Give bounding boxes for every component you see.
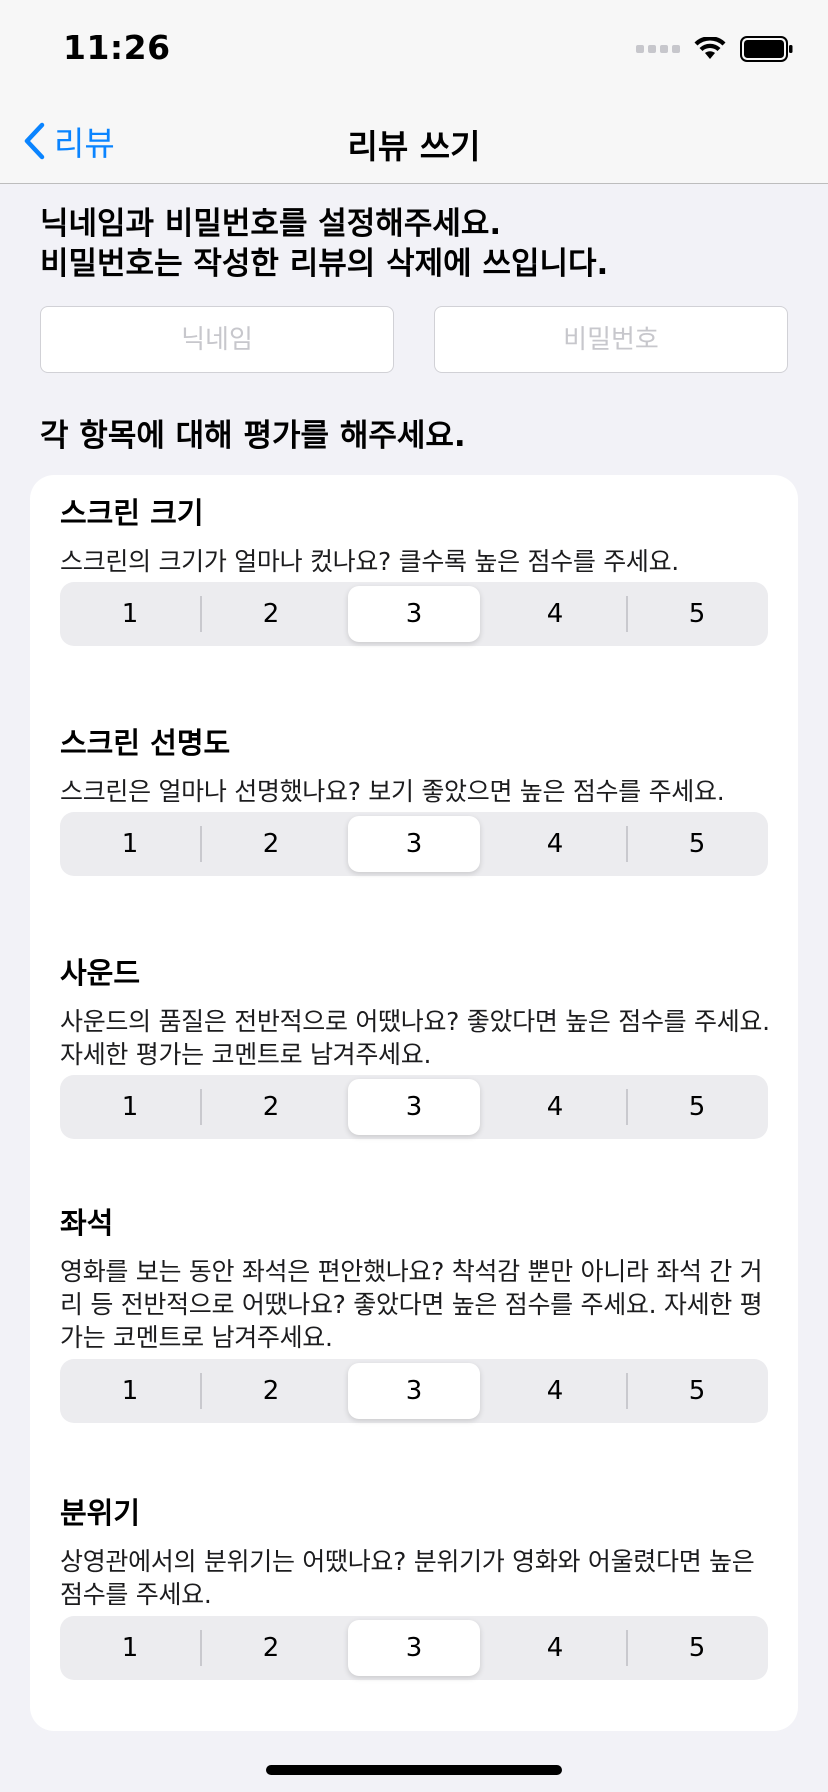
rating-option-3[interactable]: 3 (348, 1363, 480, 1419)
rating-option-1[interactable]: 1 (64, 816, 196, 872)
criterion-description: 사운드의 품질은 전반적으로 어땠나요? 좋았다면 높은 점수를 주세요. 자세… (60, 1007, 770, 1069)
rating-option-2[interactable]: 2 (205, 816, 337, 872)
segment-divider (200, 1373, 202, 1409)
rating-segmented-control: 1 2 3 4 5 (60, 1359, 768, 1423)
rating-option-4[interactable]: 4 (489, 1363, 621, 1419)
segment-divider (626, 1630, 628, 1666)
navigation-bar: 리뷰 리뷰 쓰기 (0, 100, 828, 184)
rating-option-2[interactable]: 2 (205, 1079, 337, 1135)
cellular-signal-icon (636, 45, 680, 53)
criterion-description: 영화를 보는 동안 좌석은 편안했나요? 착석감 뿐만 아니라 좌석 간 거리 … (60, 1257, 763, 1352)
credentials-instructions: 닉네임과 비밀번호를 설정해주세요. 비밀번호는 작성한 리뷰의 삭제에 쓰입니… (40, 204, 800, 284)
rating-segmented-control: 1 2 3 4 5 (60, 582, 768, 646)
rating-segmented-control: 1 2 3 4 5 (60, 812, 768, 876)
rating-segmented-control: 1 2 3 4 5 (60, 1616, 768, 1680)
criterion-title: 사운드 (60, 956, 141, 990)
rating-section-title: 각 항목에 대해 평가를 해주세요. (40, 418, 466, 454)
rating-option-1[interactable]: 1 (64, 1363, 196, 1419)
criterion-title: 스크린 크기 (60, 496, 204, 530)
rating-segmented-control: 1 2 3 4 5 (60, 1075, 768, 1139)
rating-option-1[interactable]: 1 (64, 1079, 196, 1135)
criterion-description: 스크린의 크기가 얼마나 컸나요? 클수록 높은 점수를 주세요. (60, 547, 679, 576)
home-indicator[interactable] (266, 1765, 562, 1775)
rating-option-3[interactable]: 3 (348, 586, 480, 642)
rating-option-3[interactable]: 3 (348, 1079, 480, 1135)
rating-option-4[interactable]: 4 (489, 1620, 621, 1676)
rating-card-bottom: 분위기 상영관에서의 분위기는 어땠나요? 분위기가 영화와 어울렸다면 높은 … (30, 1477, 798, 1731)
rating-option-2[interactable]: 2 (205, 1620, 337, 1676)
rating-option-4[interactable]: 4 (489, 586, 621, 642)
segment-divider (626, 596, 628, 632)
criterion-seats: 좌석 영화를 보는 동안 좌석은 편안했나요? 착석감 뿐만 아니라 좌석 간 … (60, 1203, 770, 1423)
battery-icon (740, 36, 793, 62)
criterion-title: 분위기 (60, 1496, 141, 1530)
status-time: 11:26 (63, 28, 171, 67)
password-input[interactable] (434, 306, 788, 373)
segment-divider (200, 1089, 202, 1125)
page-title: 리뷰 쓰기 (347, 127, 481, 166)
instruction-line-2: 비밀번호는 작성한 리뷰의 삭제에 쓰입니다. (40, 246, 609, 282)
segment-divider (626, 1373, 628, 1409)
rating-option-3[interactable]: 3 (348, 1620, 480, 1676)
criterion-title: 스크린 선명도 (60, 726, 231, 760)
segment-divider (626, 826, 628, 862)
criterion-atmosphere: 분위기 상영관에서의 분위기는 어땠나요? 분위기가 영화와 어울렸다면 높은 … (60, 1493, 770, 1680)
rating-option-5[interactable]: 5 (631, 586, 763, 642)
rating-option-5[interactable]: 5 (631, 1363, 763, 1419)
criterion-description: 스크린은 얼마나 선명했나요? 보기 좋았으면 높은 점수를 주세요. (60, 777, 725, 806)
segment-divider (200, 1630, 202, 1666)
rating-option-3[interactable]: 3 (348, 816, 480, 872)
criterion-description: 상영관에서의 분위기는 어땠나요? 분위기가 영화와 어울렸다면 높은 점수를 … (60, 1547, 755, 1609)
segment-divider (626, 1089, 628, 1125)
segment-divider (200, 826, 202, 862)
criterion-screen-size: 스크린 크기 스크린의 크기가 얼마나 컸나요? 클수록 높은 점수를 주세요.… (60, 493, 770, 646)
instruction-line-1: 닉네임과 비밀번호를 설정해주세요. (40, 206, 502, 242)
criterion-title: 좌석 (60, 1206, 114, 1240)
rating-option-2[interactable]: 2 (205, 586, 337, 642)
wifi-icon (694, 37, 726, 59)
rating-card: 스크린 크기 스크린의 크기가 얼마나 컸나요? 클수록 높은 점수를 주세요.… (30, 475, 798, 1507)
rating-option-4[interactable]: 4 (489, 816, 621, 872)
criterion-screen-clarity: 스크린 선명도 스크린은 얼마나 선명했나요? 보기 좋았으면 높은 점수를 주… (60, 723, 770, 876)
rating-option-1[interactable]: 1 (64, 1620, 196, 1676)
criterion-sound: 사운드 사운드의 품질은 전반적으로 어땠나요? 좋았다면 높은 점수를 주세요… (60, 953, 770, 1139)
status-bar: 11:26 (0, 0, 828, 100)
rating-option-1[interactable]: 1 (64, 586, 196, 642)
rating-option-4[interactable]: 4 (489, 1079, 621, 1135)
rating-option-5[interactable]: 5 (631, 1620, 763, 1676)
status-icons (636, 36, 794, 62)
nickname-input[interactable] (40, 306, 394, 373)
segment-divider (200, 596, 202, 632)
rating-option-5[interactable]: 5 (631, 1079, 763, 1135)
rating-option-2[interactable]: 2 (205, 1363, 337, 1419)
rating-option-5[interactable]: 5 (631, 816, 763, 872)
